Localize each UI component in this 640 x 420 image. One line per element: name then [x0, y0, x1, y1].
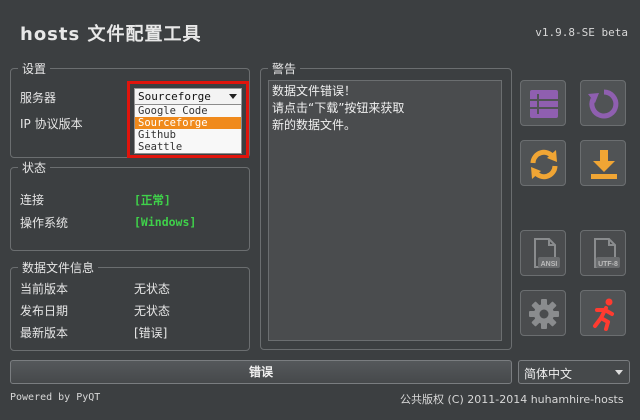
ansi-export-button[interactable]: ANSI: [520, 230, 566, 276]
refresh-icon: [588, 89, 619, 119]
version-label: v1.9.8-SE beta: [535, 26, 628, 39]
release-date-label: 发布日期: [20, 304, 69, 318]
release-date-value: 无状态: [134, 304, 171, 318]
copyright-label: 公共版权 (C) 2011-2014 huhamhire-hosts: [400, 393, 624, 406]
list-button[interactable]: [520, 80, 566, 126]
warning-line: 数据文件错误！: [272, 84, 357, 98]
ansi-badge: ANSI: [541, 261, 558, 268]
function-button[interactable]: 错误: [10, 360, 512, 384]
settings-gear-icon: [529, 299, 559, 329]
warning-line: 新的数据文件。: [272, 118, 357, 132]
connection-value: [正常]: [134, 193, 171, 207]
utf8-file-icon: UTF-8: [594, 238, 620, 268]
latest-version-label: 最新版本: [20, 326, 69, 340]
sync-button[interactable]: [520, 140, 566, 186]
current-version-value: 无状态: [134, 282, 171, 296]
status-legend: 状态: [18, 159, 51, 176]
highlight-frame: [127, 81, 249, 158]
server-label: 服务器: [20, 91, 57, 105]
app-title: hosts 文件配置工具: [20, 24, 202, 45]
sync-icon: [530, 149, 558, 180]
chevron-down-icon: [615, 370, 623, 375]
warning-line: 请点击“下载”按钮来获取: [272, 101, 405, 115]
ip-version-label: IP 协议版本: [20, 117, 83, 131]
warning-legend: 警告: [268, 60, 301, 77]
utf8-export-button[interactable]: UTF-8: [580, 230, 626, 276]
exit-button[interactable]: [580, 290, 626, 336]
status-group: [10, 167, 250, 251]
utf8-badge: UTF-8: [598, 261, 618, 268]
language-select-value: 简体中文: [524, 367, 573, 381]
os-label: 操作系统: [20, 216, 69, 230]
settings-legend: 设置: [18, 60, 51, 77]
powered-by-label: Powered by PyQT: [10, 392, 101, 403]
ansi-file-icon: ANSI: [534, 238, 560, 268]
current-version-label: 当前版本: [20, 282, 69, 296]
warning-message: 数据文件错误！ 请点击“下载”按钮来获取 新的数据文件。: [272, 83, 404, 134]
settings-button[interactable]: [520, 290, 566, 336]
os-value: [Windows]: [134, 215, 197, 229]
connection-label: 连接: [20, 193, 45, 207]
exit-running-man-icon: [593, 298, 614, 331]
refresh-button[interactable]: [580, 80, 626, 126]
datafile-legend: 数据文件信息: [18, 259, 99, 276]
download-button[interactable]: [580, 140, 626, 186]
list-icon: [530, 90, 558, 118]
download-icon: [591, 150, 617, 179]
language-select[interactable]: 简体中文: [518, 360, 630, 384]
latest-version-value: [错误]: [134, 326, 168, 340]
